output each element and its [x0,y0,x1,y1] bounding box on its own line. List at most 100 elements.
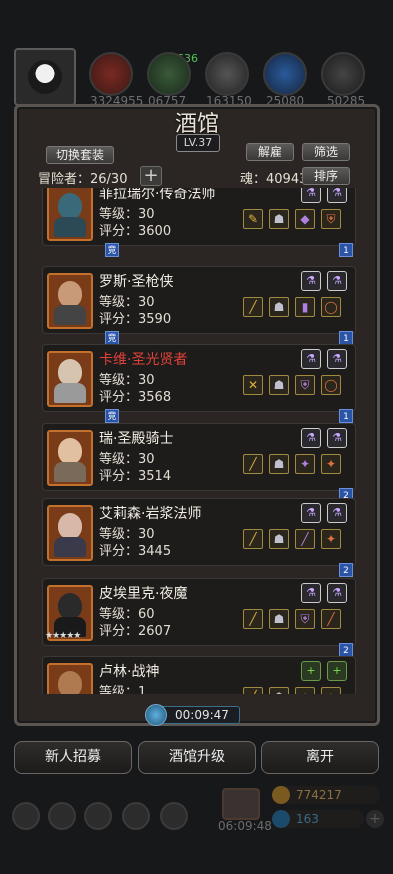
hero-stars: ★★★★★ [45,631,81,641]
equipment-slot-icon[interactable]: ╱ [243,297,263,317]
hero-name: 皮埃里克·夜魔 [99,586,188,602]
equipment-slot-icon[interactable]: ☗ [269,209,289,229]
dismiss-button[interactable]: 解雇 [246,143,294,161]
team-number-badge: 2 [339,643,353,657]
equipment-slot-icon[interactable]: ✦ [295,454,315,474]
equipment-slot-icon[interactable]: ╱ [243,609,263,629]
equipment-slot-icon[interactable]: ⛨ [295,609,315,629]
equipment-slot-icon[interactable]: ☗ [269,529,289,549]
equipment-slot-icon[interactable]: ◆ [295,209,315,229]
leave-button[interactable]: 离开 [261,741,379,774]
equipment-slot-icon[interactable]: ✕ [243,375,263,395]
hero-card[interactable]: 瑞·圣殿骑士 等级：30 评分：3514 ⚗ ⚗ ╱ ☗ ✦ ✦ 2 [42,423,356,502]
equipment-slot-icon[interactable]: ⛨ [295,375,315,395]
hero-level: 等级：1 [99,685,147,694]
potion-slot-icon[interactable]: ⚗ [327,271,347,291]
footer-icon-4[interactable] [122,802,150,830]
equipment-slot-icon[interactable]: ╱ [243,529,263,549]
resource-orb-4[interactable] [263,52,307,96]
hero-portrait[interactable] [47,505,93,561]
hero-portrait[interactable] [47,351,93,407]
hero-body-icon [54,462,86,482]
gold-amount: 774217 [296,788,342,802]
filter-button[interactable]: 筛选 [302,143,350,161]
recruit-button[interactable]: 新人招募 [14,741,132,774]
equipment-slot-icon[interactable]: ☗ [269,375,289,395]
equipment-slot-icon[interactable]: ☗ [269,297,289,317]
potion-slot-icon[interactable]: ⚗ [327,349,347,369]
hero-portrait[interactable] [47,273,93,329]
equipment-slot-icon[interactable]: ◆ [321,687,341,694]
gem-icon [272,810,290,828]
equipment-slot-icon[interactable]: ╱ [295,529,315,549]
switch-outfit-button[interactable]: 切换套装 [46,146,114,164]
footer-icon-1[interactable] [12,802,40,830]
hero-portrait[interactable] [47,663,93,694]
hero-score: 评分：3568 [99,390,172,405]
potion-slot-icon[interactable]: ⚗ [327,583,347,603]
add-gem-button[interactable]: + [366,810,384,828]
arena-tag-badge: 竞 [105,409,119,423]
hero-card[interactable]: 卡维·圣光贤者 等级：30 评分：3568 ⚗ ⚗ ✕ ☗ ⛨ ◯ 竞 1 [42,344,356,423]
equipment-slot-icon[interactable]: ⛨ [321,209,341,229]
gold-bar: 774217 [272,786,380,804]
hero-name: 菲拉瑞尔·传奇法师 [99,188,216,202]
footer-icon-3[interactable] [84,802,112,830]
potion-slot-icon[interactable]: ⚗ [327,428,347,448]
sort-button[interactable]: 排序 [302,167,350,185]
equipment-slot-icon[interactable]: ✎ [243,209,263,229]
potion-slot-icon[interactable]: ⚗ [327,503,347,523]
hero-list[interactable]: 菲拉瑞尔·传奇法师 等级：30 评分：3600 ⚗ ⚗ ✎ ☗ ◆ ⛨ 竞 1 罗斯·圣枪侠 等级：30… [34,188,360,694]
resource-orb-1[interactable] [89,52,133,96]
plus-icon: + [369,811,381,827]
add-slot-button[interactable]: + [140,166,162,186]
potion-slot-icon[interactable]: ⚗ [301,349,321,369]
hero-card[interactable]: 皮埃里克·夜魔 等级：60 评分：2607 ⚗ ⚗ ╱ ☗ ⛨ ╱ ★★★★★ 2 [42,578,356,657]
player-avatar[interactable] [14,48,76,106]
potion-slot-icon[interactable]: ⚗ [301,428,321,448]
equipment-slot-icon[interactable]: ◯ [321,375,341,395]
potion-slot-icon[interactable]: ⚗ [301,271,321,291]
potion-slot-icon[interactable]: ⚗ [327,188,347,203]
potion-slot-icon[interactable]: ⚗ [301,583,321,603]
equipment-slot-icon[interactable]: ☗ [269,609,289,629]
hero-score: 评分：3590 [99,312,172,327]
footer-icon-2[interactable] [48,802,76,830]
equipment-slot-icon[interactable]: ☗ [269,687,289,694]
equipment-slot-icon[interactable]: ╱ [321,609,341,629]
gem-amount: 163 [296,812,319,826]
tavern-level-badge: LV.37 [176,134,220,152]
hero-card[interactable]: 艾莉森·岩浆法师 等级：30 评分：3445 ⚗ ⚗ ╱ ☗ ╱ ✦ 2 [42,498,356,577]
equipment-slot-icon[interactable]: ◯ [321,297,341,317]
potion-slot-icon[interactable]: ⚗ [301,188,321,203]
potion-slot-icon[interactable]: ⚗ [301,503,321,523]
potion-slot-icon[interactable]: + [301,661,321,681]
hero-card[interactable]: 罗斯·圣枪侠 等级：30 评分：3590 ⚗ ⚗ ╱ ☗ ▮ ◯ 竞 1 [42,266,356,345]
potion-slot-icon[interactable]: + [327,661,347,681]
chest-icon[interactable] [222,788,260,820]
resource-orb-5[interactable] [321,52,365,96]
equipment-slot-icon[interactable]: ✦ [321,529,341,549]
hero-head-icon [58,359,82,385]
equipment-slot-icon[interactable]: ╱ [243,687,263,694]
equipment-slot-icon[interactable]: ▮ [295,297,315,317]
hero-card[interactable]: 菲拉瑞尔·传奇法师 等级：30 评分：3600 ⚗ ⚗ ✎ ☗ ◆ ⛨ 竞 1 [42,188,356,257]
equipment-slot-icon[interactable]: ☗ [269,454,289,474]
arena-tag-badge: 竞 [105,331,119,345]
equipment-slot-icon[interactable]: ✦ [321,454,341,474]
equipment-slot-icon[interactable]: ╱ [243,454,263,474]
hero-name: 卢林·战神 [99,664,160,680]
footer-icon-5[interactable] [160,802,188,830]
hero-card[interactable]: 卢林·战神等级：1 + + ╱ ☗ ✦ ◆ [42,656,356,694]
hero-head-icon [58,513,82,539]
hero-portrait[interactable] [47,188,93,241]
resource-orb-2[interactable] [147,52,191,96]
title-plate: 酒馆 LV.37 [150,104,244,152]
hero-portrait[interactable] [47,430,93,486]
hero-head-icon [58,671,82,694]
team-number-badge: 2 [339,563,353,577]
upgrade-tavern-button[interactable]: 酒馆升级 [138,741,256,774]
resource-orb-3[interactable] [205,52,249,96]
equipment-slot-icon[interactable]: ✦ [295,687,315,694]
hero-score: 评分：3600 [99,224,172,239]
